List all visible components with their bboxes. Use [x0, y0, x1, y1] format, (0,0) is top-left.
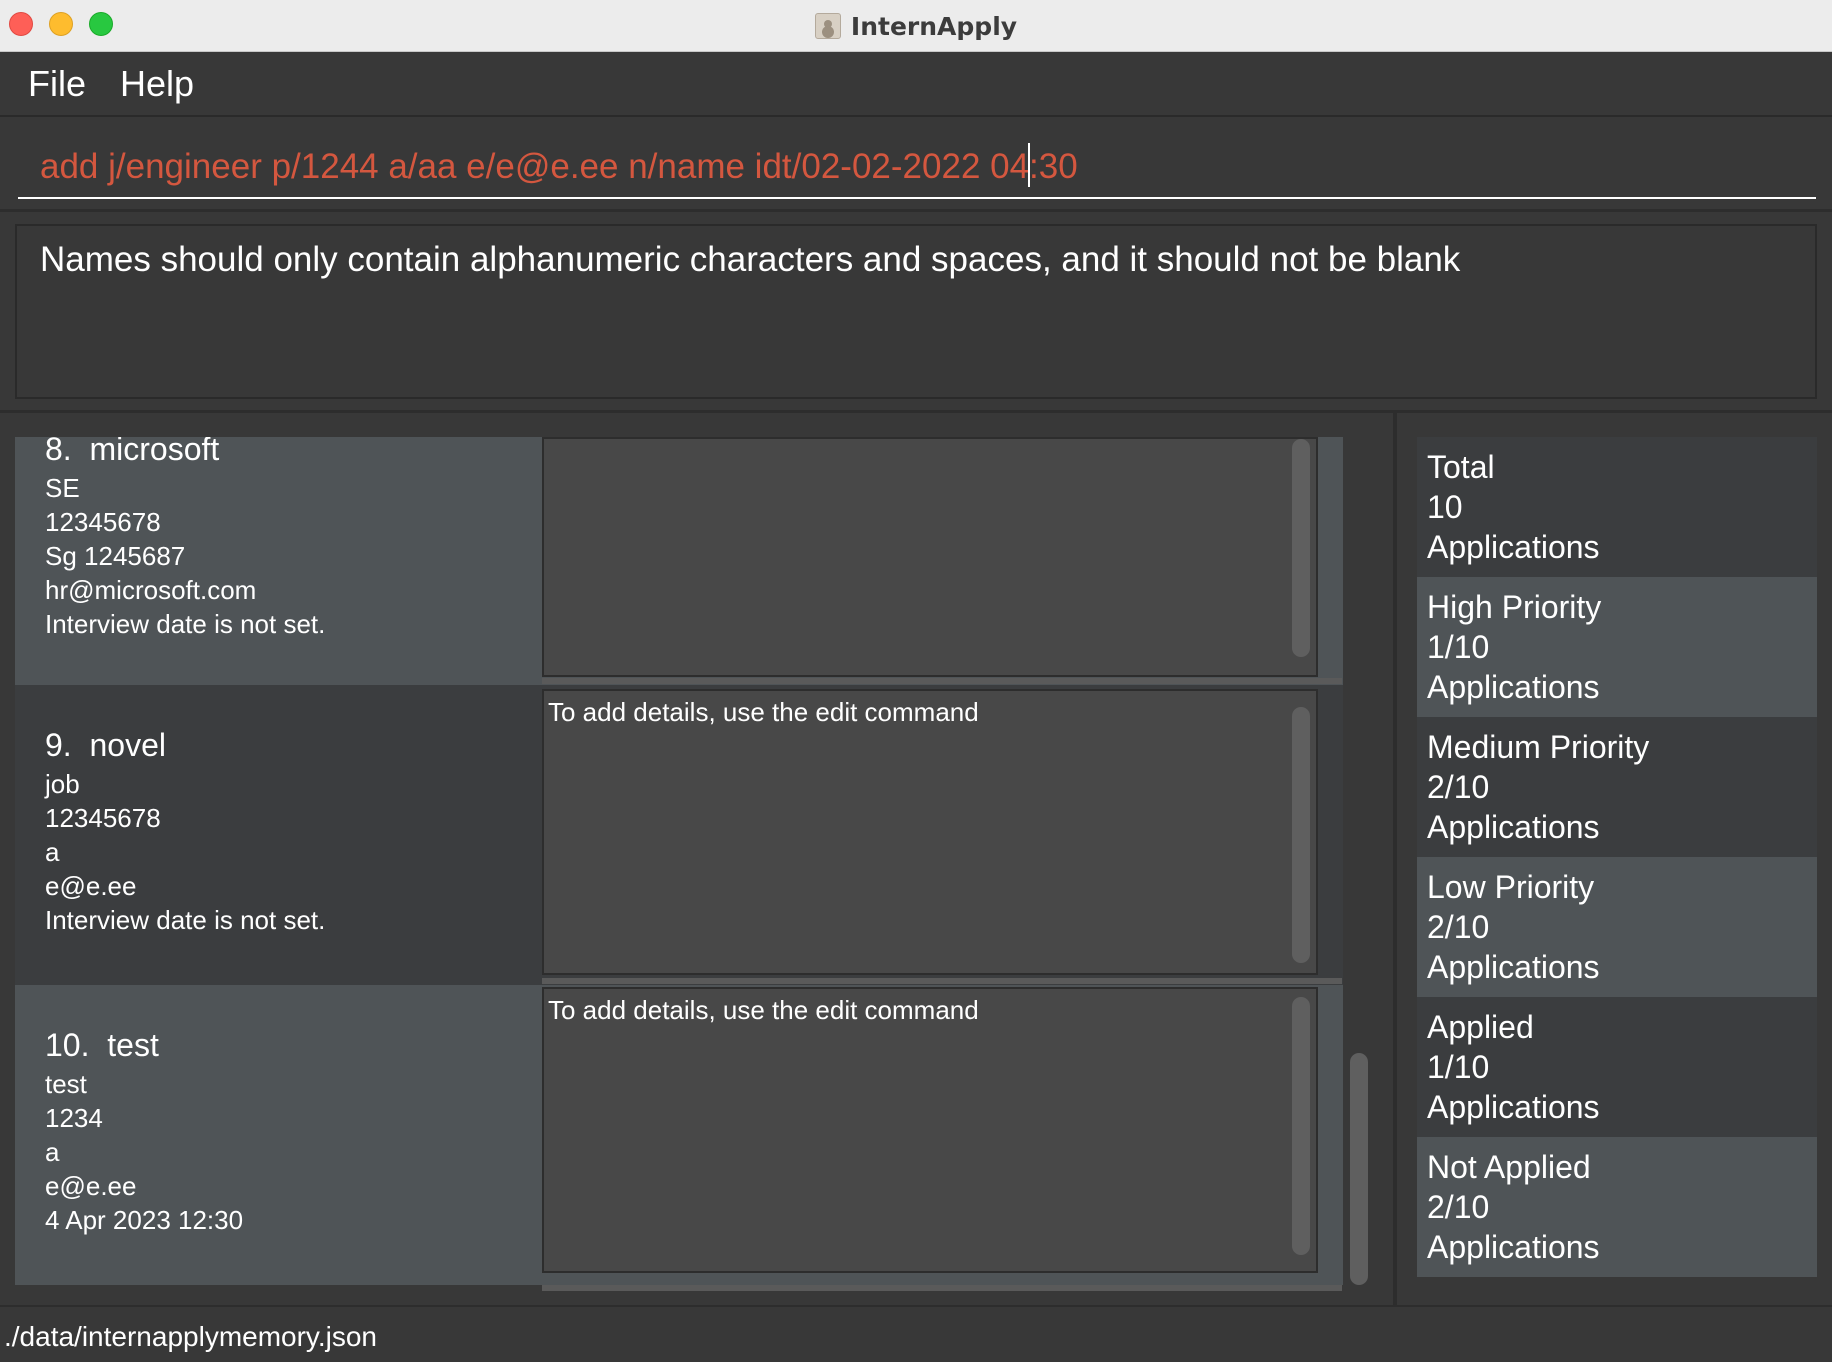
card-title: 8. microsoft — [45, 437, 325, 468]
application-card[interactable]: 8. microsoft SE 12345678 Sg 1245687 hr@m… — [15, 437, 1343, 685]
card-separator — [542, 978, 1342, 984]
menu-bar: File Help — [0, 53, 1832, 117]
card-title: 9. novel — [45, 727, 325, 764]
card-company: novel — [89, 727, 166, 763]
stat-applied: Applied 1/10 Applications — [1417, 997, 1817, 1137]
card-index: 9. — [45, 727, 72, 763]
command-box — [0, 117, 1832, 212]
card-email: hr@microsoft.com — [45, 575, 257, 605]
application-card[interactable]: 9. novel job 12345678 a e@e.ee Interview… — [15, 685, 1343, 985]
stat-total: Total 10 Applications — [1417, 437, 1817, 577]
card-info: 8. microsoft SE 12345678 Sg 1245687 hr@m… — [45, 437, 325, 638]
stat-unit: Applications — [1427, 529, 1600, 565]
card-info: 10. test test 1234 a e@e.ee 4 Apr 2023 1… — [45, 1027, 243, 1234]
stat-value: 2/10 — [1427, 769, 1490, 805]
stat-value: 2/10 — [1427, 1189, 1490, 1225]
status-bar: ./data/internapplymemory.json — [0, 1305, 1832, 1362]
menu-file[interactable]: File — [28, 63, 86, 105]
card-details-text: To add details, use the edit command — [548, 697, 979, 727]
window-title: InternApply — [850, 11, 1018, 41]
stat-high-priority: High Priority 1/10 Applications — [1417, 577, 1817, 717]
details-scrollbar[interactable] — [1292, 707, 1310, 963]
stat-medium-priority: Medium Priority 2/10 Applications — [1417, 717, 1817, 857]
stat-value: 10 — [1427, 489, 1463, 525]
stat-value: 1/10 — [1427, 629, 1490, 665]
details-scrollbar[interactable] — [1292, 997, 1310, 1255]
card-company: microsoft — [89, 437, 220, 467]
card-info: 9. novel job 12345678 a e@e.ee Interview… — [45, 727, 325, 934]
stat-label: Total — [1427, 449, 1495, 485]
stat-not-applied: Not Applied 2/10 Applications — [1417, 1137, 1817, 1277]
card-role: test — [45, 1069, 87, 1099]
card-address: a — [45, 837, 60, 867]
menu-help[interactable]: Help — [120, 63, 194, 105]
card-details-text: To add details, use the edit command — [548, 995, 979, 1025]
card-role: job — [45, 769, 80, 799]
panel-divider[interactable] — [1393, 413, 1397, 1308]
stat-unit: Applications — [1427, 1089, 1600, 1125]
stat-unit: Applications — [1427, 669, 1600, 705]
save-file-path: ./data/internapplymemory.json — [4, 1321, 377, 1352]
application-card[interactable]: 10. test test 1234 a e@e.ee 4 Apr 2023 1… — [15, 985, 1343, 1285]
stat-label: High Priority — [1427, 589, 1602, 625]
stat-low-priority: Low Priority 2/10 Applications — [1417, 857, 1817, 997]
details-scrollbar[interactable] — [1292, 439, 1310, 657]
card-interview-date: Interview date is not set. — [45, 905, 326, 935]
card-title: 10. test — [45, 1027, 243, 1064]
stat-label: Low Priority — [1427, 869, 1595, 905]
stat-label: Applied — [1427, 1009, 1534, 1045]
card-interview-date: 4 Apr 2023 12:30 — [45, 1205, 244, 1235]
card-company: test — [107, 1027, 159, 1063]
stat-unit: Applications — [1427, 949, 1600, 985]
application-list[interactable]: 8. microsoft SE 12345678 Sg 1245687 hr@m… — [15, 437, 1343, 1298]
card-phone: 12345678 — [45, 507, 161, 537]
card-interview-date: Interview date is not set. — [45, 609, 326, 639]
window-title-group: InternApply — [0, 0, 1832, 52]
statistics-panel: Total 10 Applications High Priority 1/10… — [1417, 437, 1817, 1277]
card-details-box[interactable]: To add details, use the edit command — [542, 689, 1318, 975]
command-input[interactable] — [18, 137, 1816, 199]
card-separator — [542, 1285, 1342, 1291]
stat-unit: Applications — [1427, 809, 1600, 845]
card-role: SE — [45, 473, 80, 503]
stat-label: Not Applied — [1427, 1149, 1591, 1185]
app-icon — [814, 13, 841, 39]
card-separator — [542, 678, 1342, 684]
card-email: e@e.ee — [45, 871, 137, 901]
card-index: 10. — [45, 1027, 90, 1063]
list-scrollbar[interactable] — [1350, 1053, 1368, 1285]
text-caret — [1028, 143, 1030, 187]
window-titlebar: InternApply — [0, 0, 1832, 52]
card-address: Sg 1245687 — [45, 541, 186, 571]
card-details-box[interactable]: To add details, use the edit command — [542, 987, 1318, 1273]
stat-value: 1/10 — [1427, 1049, 1490, 1085]
card-email: e@e.ee — [45, 1171, 137, 1201]
result-message: Names should only contain alphanumeric c… — [40, 240, 1461, 279]
stat-unit: Applications — [1427, 1229, 1600, 1265]
main-panel: 8. microsoft SE 12345678 Sg 1245687 hr@m… — [0, 410, 1832, 1308]
result-display: Names should only contain alphanumeric c… — [15, 224, 1817, 399]
card-phone: 1234 — [45, 1103, 103, 1133]
stat-value: 2/10 — [1427, 909, 1490, 945]
card-index: 8. — [45, 437, 72, 467]
card-address: a — [45, 1137, 60, 1167]
card-details-box[interactable] — [542, 437, 1318, 677]
card-phone: 12345678 — [45, 803, 161, 833]
stat-label: Medium Priority — [1427, 729, 1650, 765]
